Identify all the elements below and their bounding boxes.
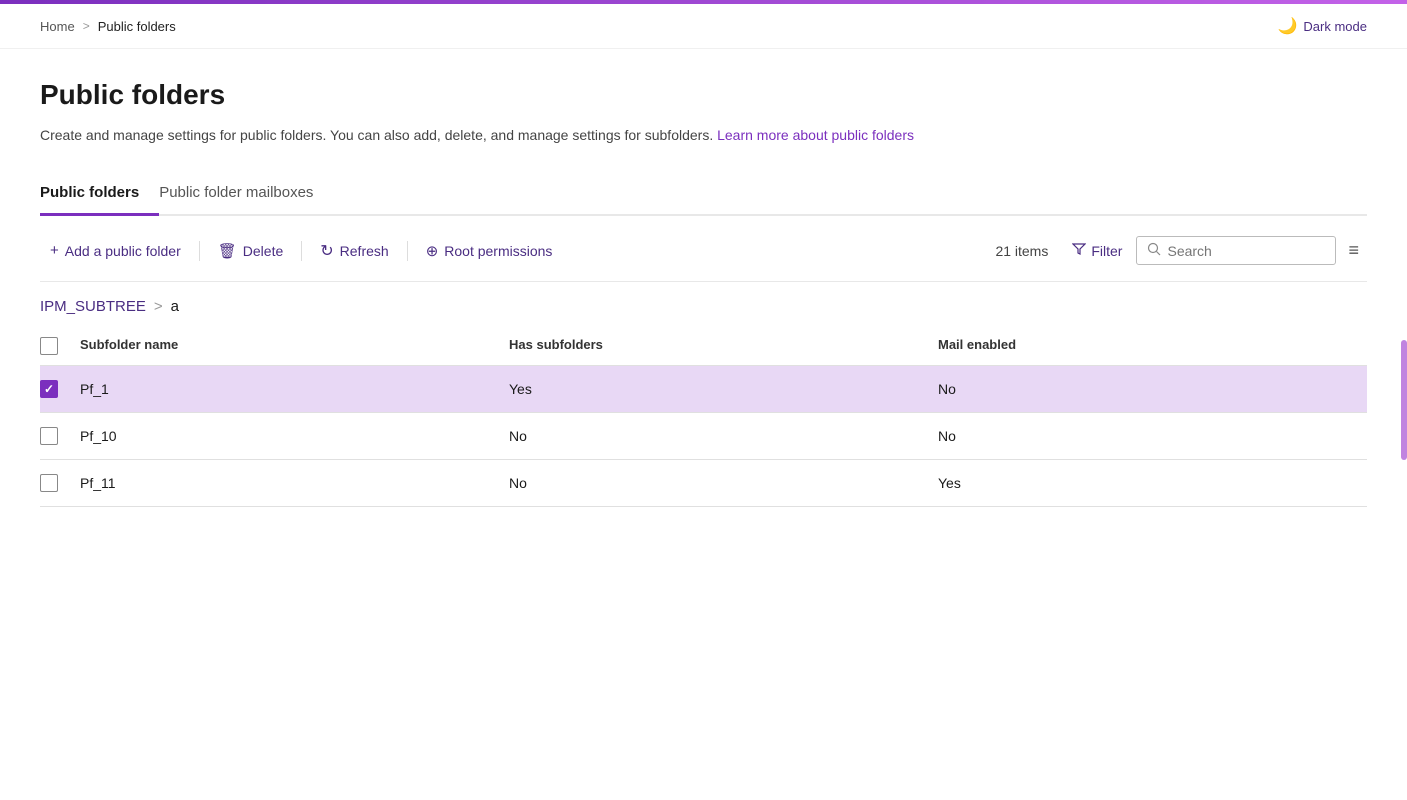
search-box [1136,236,1336,265]
tab-public-folders[interactable]: Public folders [40,174,159,216]
row-has-subfolders-pf11: No [509,475,938,491]
toolbar-separator-3 [407,241,408,261]
breadcrumb-current: Public folders [98,19,176,34]
header-mail-enabled: Mail enabled [938,337,1367,355]
add-label: Add a public folder [65,243,181,259]
table-row[interactable]: Pf_11 No Yes [40,460,1367,507]
dark-mode-label: Dark mode [1303,19,1367,34]
root-permissions-button[interactable]: ⊕ Root permissions [416,236,563,266]
row-checkbox-pf1[interactable] [40,380,58,398]
moon-icon: 🌙 [1278,16,1298,36]
add-public-folder-button[interactable]: + Add a public folder [40,236,191,265]
row-has-subfolders-pf10: No [509,428,938,444]
header-subfolder-name: Subfolder name [80,337,509,355]
search-icon [1147,242,1161,259]
dark-mode-button[interactable]: 🌙 Dark mode [1278,16,1368,36]
breadcrumb: Home > Public folders [40,19,176,34]
page-title: Public folders [40,79,1367,111]
scrollbar[interactable] [1401,340,1407,460]
delete-icon: 🗑 [218,242,237,260]
path-current: a [171,298,179,315]
path-root[interactable]: IPM_SUBTREE [40,298,146,315]
table-header: Subfolder name Has subfolders Mail enabl… [40,327,1367,366]
root-permissions-label: Root permissions [444,243,552,259]
row-name-pf11: Pf_11 [80,475,509,491]
toolbar-separator-2 [301,241,302,261]
refresh-button[interactable]: ↻ Refresh [310,235,398,267]
toolbar-separator-1 [199,241,200,261]
row-checkbox-pf10[interactable] [40,427,58,445]
page-content: Public folders Create and manage setting… [0,49,1407,507]
items-count: 21 items [995,243,1048,259]
refresh-icon: ↻ [320,241,333,261]
folder-table: Subfolder name Has subfolders Mail enabl… [40,327,1367,507]
tabs: Public folders Public folder mailboxes [40,174,1367,216]
table-row[interactable]: Pf_10 No No [40,413,1367,460]
delete-label: Delete [243,243,283,259]
row-checkbox-col [40,380,80,398]
path-nav: IPM_SUBTREE > a [40,282,1367,327]
filter-button[interactable]: Filter [1062,236,1132,265]
filter-label: Filter [1091,243,1122,259]
row-mail-enabled-pf1: No [938,381,1367,397]
tab-public-folder-mailboxes[interactable]: Public folder mailboxes [159,174,333,216]
delete-button[interactable]: 🗑 Delete [208,236,294,266]
row-checkbox-pf11[interactable] [40,474,58,492]
add-icon: + [50,242,59,259]
header-nav: Home > Public folders 🌙 Dark mode [0,4,1407,49]
root-permissions-icon: ⊕ [426,242,439,260]
row-name-pf10: Pf_10 [80,428,509,444]
refresh-label: Refresh [340,243,389,259]
search-input[interactable] [1167,243,1325,259]
breadcrumb-home[interactable]: Home [40,19,75,34]
row-mail-enabled-pf10: No [938,428,1367,444]
filter-icon [1072,242,1086,259]
toolbar: + Add a public folder 🗑 Delete ↻ Refresh… [40,216,1367,282]
header-has-subfolders: Has subfolders [509,337,938,355]
row-name-pf1: Pf_1 [80,381,509,397]
row-checkbox-col [40,427,80,445]
select-all-checkbox[interactable] [40,337,58,355]
row-checkbox-col [40,474,80,492]
table-row[interactable]: Pf_1 Yes No [40,366,1367,413]
page-description: Create and manage settings for public fo… [40,125,1367,146]
more-options-button[interactable]: ≡ [1340,234,1367,267]
learn-more-link[interactable]: Learn more about public folders [717,127,914,143]
breadcrumb-separator: > [83,19,90,33]
row-mail-enabled-pf11: Yes [938,475,1367,491]
row-has-subfolders-pf1: Yes [509,381,938,397]
header-checkbox-col [40,337,80,355]
menu-icon: ≡ [1348,240,1359,260]
page-description-text: Create and manage settings for public fo… [40,127,713,143]
path-separator: > [154,298,163,315]
